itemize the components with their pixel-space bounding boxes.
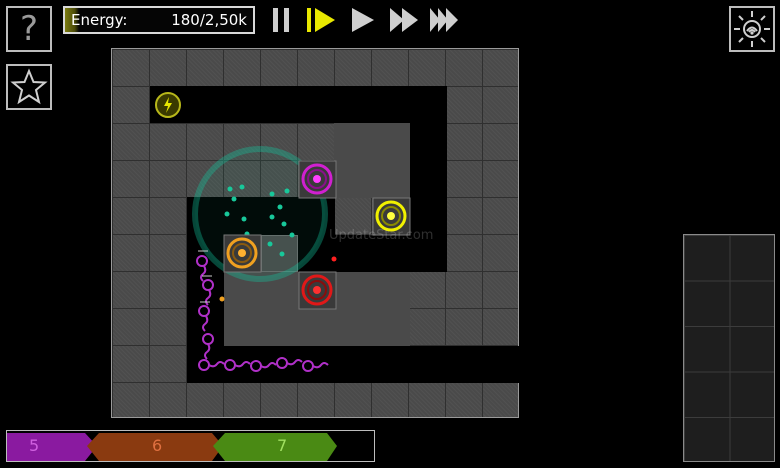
wave-arrows [7,433,337,461]
pause-icon [273,8,289,32]
help-button[interactable]: ? [6,6,52,52]
wave-5-label: 5 [29,436,40,455]
energy-bar: Energy: 180/2,50k [63,6,255,34]
play-button[interactable] [348,6,378,34]
settings-button[interactable] [729,6,775,52]
wave-5-arrow [7,433,97,461]
energy-value: 180/2,50k [171,11,247,29]
pause-button[interactable] [267,6,297,34]
projectile-orange [219,296,225,302]
wave-6-label: 6 [152,436,163,455]
play-step-icon [307,8,335,32]
achievements-button[interactable] [6,64,52,110]
projectile-red [331,256,337,262]
tower-red [298,271,337,310]
wave-7-label: 7 [277,436,288,455]
wave-timeline: 5 6 7 [6,430,375,462]
fastest-forward-button[interactable] [428,6,460,34]
sun-radar-icon [734,11,770,47]
game-board[interactable] [111,48,519,418]
tower-build-panel[interactable] [683,234,775,462]
board-overlay [155,92,411,372]
play-slow-button[interactable] [305,6,335,34]
tower-orange [223,234,262,273]
watermark: UpdateStar.com [329,228,434,243]
tower-magenta [298,160,337,199]
fast-forward-icon [390,8,418,32]
wave-7-arrow [213,433,337,461]
fast-forward-button[interactable] [388,6,420,34]
help-label: ? [19,9,39,49]
energy-label: Energy: [71,11,128,29]
energy-core-icon [155,92,181,118]
play-icon [352,8,374,32]
star-icon [10,68,48,105]
fastest-forward-icon [430,8,458,32]
